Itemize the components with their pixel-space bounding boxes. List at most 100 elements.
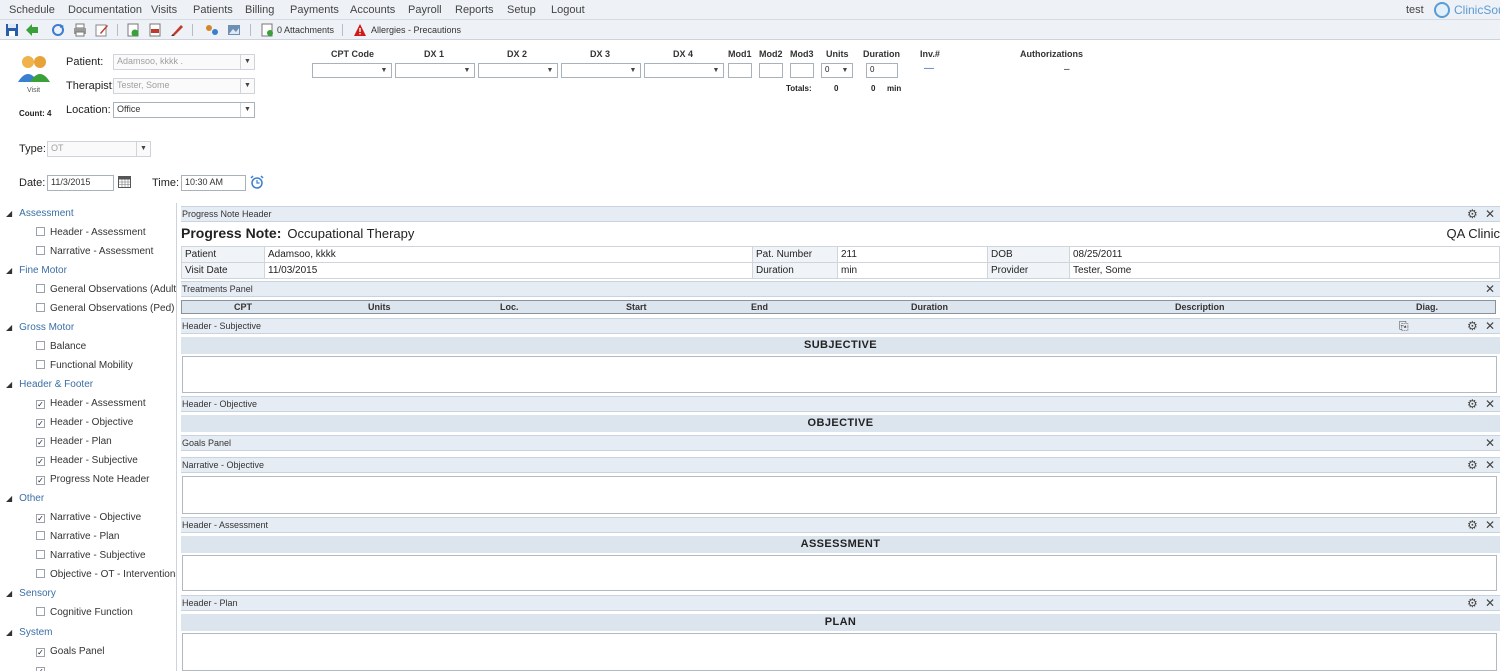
therapist-select[interactable]: Tester, Some ▼ xyxy=(113,78,255,94)
menu-payroll[interactable]: Payroll xyxy=(408,4,442,16)
checkbox[interactable] xyxy=(36,531,45,540)
menu-visits[interactable]: Visits xyxy=(151,4,177,16)
alarm-clock-icon[interactable] xyxy=(250,175,264,189)
dx1-select[interactable]: ▼ xyxy=(395,63,475,78)
sidebar-item-header-assessment[interactable]: Header - Assessment xyxy=(36,227,146,238)
menu-billing[interactable]: Billing xyxy=(245,4,274,16)
sidebar-item-general-observations-adult[interactable]: General Observations (Adult) - xyxy=(36,284,176,295)
current-user[interactable]: test xyxy=(1406,4,1424,16)
edit-icon[interactable] xyxy=(95,23,109,37)
checkbox-checked[interactable]: ✓ xyxy=(36,419,45,428)
attachment-icon[interactable] xyxy=(260,23,274,37)
gear-icon[interactable]: ⚙ xyxy=(1467,597,1478,609)
checkbox[interactable] xyxy=(36,569,45,578)
sidebar-item-progress-note-header[interactable]: ✓ Progress Note Header xyxy=(36,474,150,485)
image-icon[interactable] xyxy=(227,23,241,37)
warning-icon[interactable] xyxy=(353,23,367,37)
checkbox-checked[interactable]: ✓ xyxy=(36,476,45,485)
checkbox[interactable] xyxy=(36,550,45,559)
close-icon[interactable]: ✕ xyxy=(1485,437,1495,449)
menu-logout[interactable]: Logout xyxy=(551,4,585,16)
sidebar-item-balance[interactable]: Balance xyxy=(36,341,86,352)
menu-setup[interactable]: Setup xyxy=(507,4,536,16)
sidebar-category-gross-motor[interactable]: ◢ Gross Motor xyxy=(6,322,74,333)
checkbox-checked[interactable]: ✓ xyxy=(36,438,45,447)
sidebar-item-cognitive-function[interactable]: Cognitive Function xyxy=(36,607,133,618)
sidebar-category-assessment[interactable]: ◢ Assessment xyxy=(6,208,74,219)
dx3-select[interactable]: ▼ xyxy=(561,63,641,78)
menu-patients[interactable]: Patients xyxy=(193,4,233,16)
refresh-icon[interactable] xyxy=(51,23,65,37)
sidebar-item-functional-mobility[interactable]: Functional Mobility xyxy=(36,360,133,371)
gear-icon[interactable]: ⚙ xyxy=(1467,459,1478,471)
menu-payments[interactable]: Payments xyxy=(290,4,339,16)
checkbox-checked[interactable]: ✓ xyxy=(36,648,45,657)
checkbox[interactable] xyxy=(36,227,45,236)
sign-pen-icon[interactable] xyxy=(170,23,184,37)
checkbox[interactable] xyxy=(36,607,45,616)
assessment-textarea[interactable] xyxy=(182,555,1497,591)
inv-number-link[interactable]: — xyxy=(924,63,934,74)
allergies-precautions-link[interactable]: Allergies - Precautions xyxy=(371,25,461,35)
sidebar-item-narrative-assessment[interactable]: Narrative - Assessment xyxy=(36,246,153,257)
dx4-select[interactable]: ▼ xyxy=(644,63,724,78)
units-select[interactable]: 0 ▼ xyxy=(821,63,853,78)
pdf-icon[interactable] xyxy=(148,23,162,37)
checkbox[interactable] xyxy=(36,246,45,255)
back-arrow-icon[interactable] xyxy=(25,23,39,37)
subjective-textarea[interactable] xyxy=(182,356,1497,393)
sidebar-category-other[interactable]: ◢ Other xyxy=(6,493,44,504)
mod3-input[interactable] xyxy=(790,63,814,78)
close-icon[interactable]: ✕ xyxy=(1485,398,1495,410)
location-select[interactable]: Office ▼ xyxy=(113,102,255,118)
sidebar-item-objective-ot-interventions[interactable]: Objective - OT - Interventions xyxy=(36,569,176,580)
checkbox-checked[interactable]: ✓ xyxy=(36,667,45,671)
gear-icon[interactable]: ⚙ xyxy=(1467,398,1478,410)
type-select[interactable]: OT ▼ xyxy=(47,141,151,157)
sidebar-item-goals-panel[interactable]: ✓ Goals Panel xyxy=(36,646,104,657)
narrative-objective-textarea[interactable] xyxy=(182,476,1497,514)
checkbox[interactable] xyxy=(36,284,45,293)
duration-input[interactable]: 0 xyxy=(866,63,898,78)
plan-textarea[interactable] xyxy=(182,633,1497,671)
sidebar-item-header-assessment-checked[interactable]: ✓ Header - Assessment xyxy=(36,398,146,409)
sidebar-item-narrative-subjective[interactable]: Narrative - Subjective xyxy=(36,550,146,561)
save-icon[interactable] xyxy=(5,23,19,37)
close-icon[interactable]: ✕ xyxy=(1485,459,1495,471)
attachments-count[interactable]: 0 Attachments xyxy=(277,25,334,35)
cpt-code-select[interactable]: ▼ xyxy=(312,63,392,78)
gear-icon[interactable]: ⚙ xyxy=(1467,519,1478,531)
gear-icon[interactable]: ⚙ xyxy=(1467,208,1478,220)
sidebar-item-header-subjective[interactable]: ✓ Header - Subjective xyxy=(36,455,138,466)
sidebar-item-partial[interactable]: ✓ xyxy=(36,665,50,671)
menu-schedule[interactable]: Schedule xyxy=(9,4,55,16)
menu-reports[interactable]: Reports xyxy=(455,4,494,16)
close-icon[interactable]: ✕ xyxy=(1485,320,1495,332)
sidebar-category-system[interactable]: ◢ System xyxy=(6,627,53,638)
close-icon[interactable]: ✕ xyxy=(1485,519,1495,531)
checkbox[interactable] xyxy=(36,341,45,350)
checkbox-checked[interactable]: ✓ xyxy=(36,457,45,466)
gear-icon[interactable]: ⚙ xyxy=(1467,320,1478,332)
menu-accounts[interactable]: Accounts xyxy=(350,4,395,16)
sidebar-item-general-observations-ped[interactable]: General Observations (Ped) - F xyxy=(36,303,176,314)
dx2-select[interactable]: ▼ xyxy=(478,63,558,78)
new-document-icon[interactable] xyxy=(126,23,140,37)
sidebar-item-narrative-plan[interactable]: Narrative - Plan xyxy=(36,531,119,542)
checkbox-checked[interactable]: ✓ xyxy=(36,514,45,523)
time-input[interactable]: 10:30 AM xyxy=(181,175,246,191)
mod2-input[interactable] xyxy=(759,63,783,78)
checkbox[interactable] xyxy=(36,303,45,312)
sidebar-item-header-objective[interactable]: ✓ Header - Objective xyxy=(36,417,133,428)
sidebar-item-header-plan[interactable]: ✓ Header - Plan xyxy=(36,436,112,447)
menu-documentation[interactable]: Documentation xyxy=(68,4,142,16)
calendar-icon[interactable] xyxy=(118,176,131,188)
close-icon[interactable]: ✕ xyxy=(1485,208,1495,220)
checkbox-checked[interactable]: ✓ xyxy=(36,400,45,409)
print-icon[interactable] xyxy=(73,23,87,37)
patient-select[interactable]: Adamsoo, kkkk . ▼ xyxy=(113,54,255,70)
mod1-input[interactable] xyxy=(728,63,752,78)
sidebar-category-fine-motor[interactable]: ◢ Fine Motor xyxy=(6,265,67,276)
date-input[interactable]: 11/3/2015 xyxy=(47,175,114,191)
sidebar-category-sensory[interactable]: ◢ Sensory xyxy=(6,588,56,599)
